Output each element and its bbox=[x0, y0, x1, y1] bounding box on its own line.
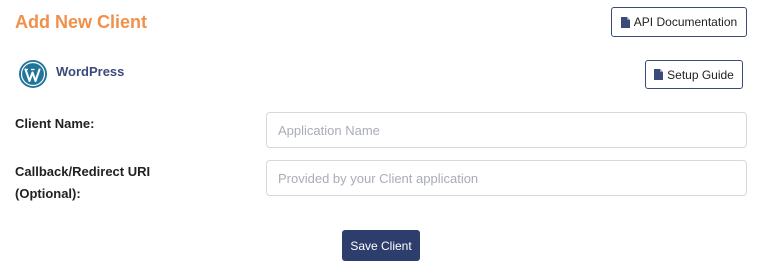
callback-uri-input[interactable] bbox=[266, 160, 747, 196]
add-client-page: Add New Client API Documentation WordPre… bbox=[0, 0, 768, 279]
callback-uri-label-line2: (Optional): bbox=[15, 186, 81, 201]
wordpress-logo-icon bbox=[19, 60, 47, 88]
file-icon bbox=[654, 69, 664, 80]
save-client-button[interactable]: Save Client bbox=[342, 230, 420, 261]
callback-uri-label: Callback/Redirect URI (Optional): bbox=[15, 161, 215, 205]
client-name-input[interactable] bbox=[266, 112, 747, 148]
file-icon bbox=[620, 16, 630, 28]
setup-guide-button[interactable]: Setup Guide bbox=[645, 60, 743, 89]
platform-info: WordPress bbox=[18, 59, 124, 89]
platform-name: WordPress bbox=[56, 63, 125, 79]
setup-guide-label: Setup Guide bbox=[667, 67, 734, 82]
client-name-label: Client Name: bbox=[15, 116, 95, 131]
page-title: Add New Client bbox=[15, 12, 148, 32]
callback-uri-label-line1: Callback/Redirect URI bbox=[15, 164, 151, 179]
api-documentation-button[interactable]: API Documentation bbox=[611, 7, 747, 37]
api-documentation-label: API Documentation bbox=[633, 15, 738, 29]
